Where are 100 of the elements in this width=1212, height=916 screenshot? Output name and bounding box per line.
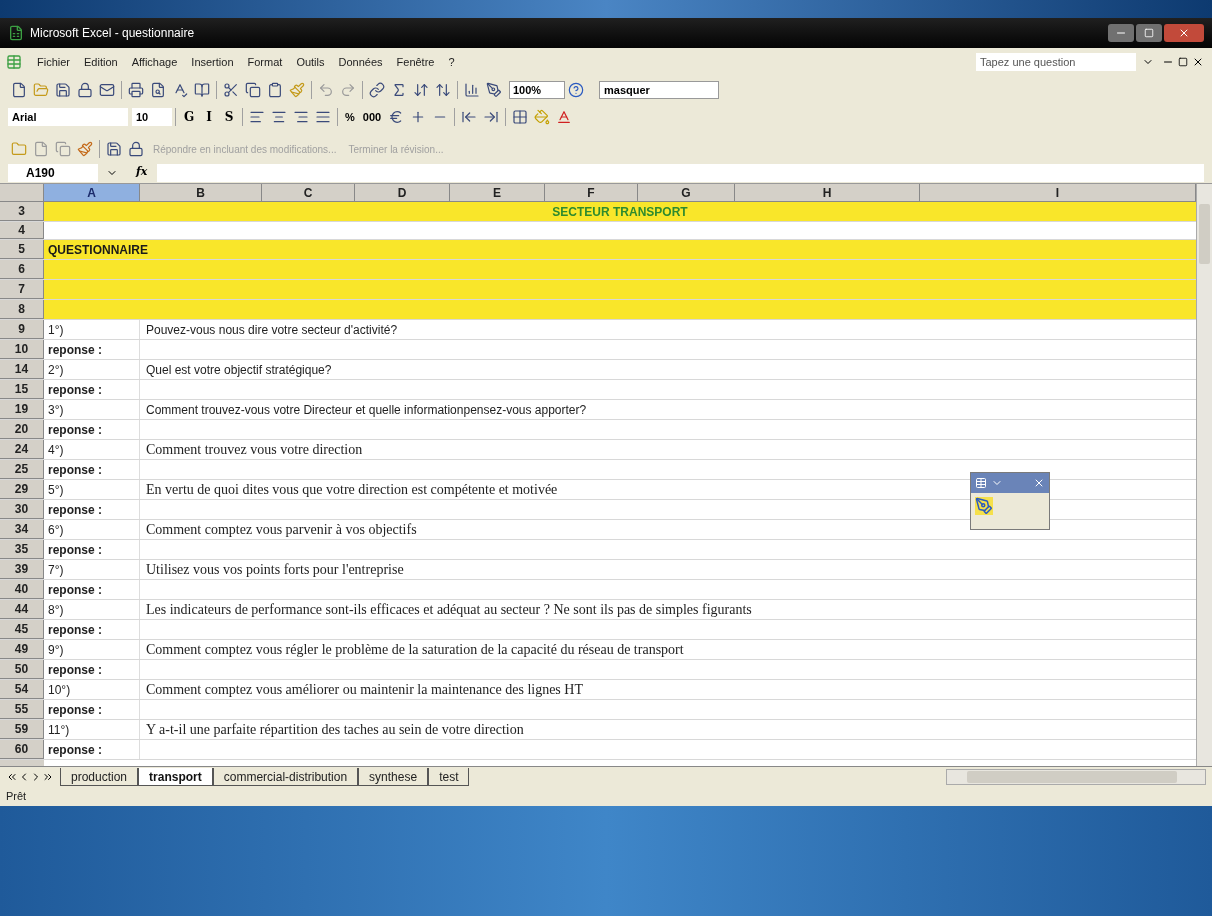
sheet-tab[interactable]: synthese: [358, 767, 429, 786]
column-header[interactable]: G: [638, 184, 735, 201]
maximize-icon[interactable]: [1144, 28, 1154, 38]
borders-icon[interactable]: [512, 109, 529, 125]
font-size-field[interactable]: 10: [132, 108, 172, 126]
formula-field[interactable]: [157, 163, 1204, 182]
merge-center-icon[interactable]: [315, 109, 331, 125]
row-header[interactable]: 29: [0, 480, 44, 499]
fill-color-icon[interactable]: [534, 109, 551, 125]
sort-ascending-icon[interactable]: [413, 82, 429, 98]
column-header[interactable]: E: [450, 184, 545, 201]
sheet-tab[interactable]: transport: [138, 767, 213, 786]
vertical-scrollbar[interactable]: [1196, 184, 1212, 766]
text-style-button[interactable]: S: [219, 107, 239, 127]
row-header[interactable]: 7: [0, 280, 44, 299]
chart-icon[interactable]: [464, 82, 480, 98]
lock-icon[interactable]: [77, 82, 93, 98]
column-header[interactable]: D: [355, 184, 450, 201]
row-header[interactable]: 59: [0, 720, 44, 739]
maximize-button[interactable]: [1136, 24, 1162, 42]
sum-icon[interactable]: [391, 82, 407, 98]
row-header[interactable]: 9: [0, 320, 44, 339]
save-icon[interactable]: [55, 82, 71, 98]
row-header[interactable]: 3: [0, 202, 44, 221]
row-header[interactable]: 15: [0, 380, 44, 399]
row-header[interactable]: 25: [0, 460, 44, 479]
row-header[interactable]: 8: [0, 300, 44, 319]
row-header[interactable]: 24: [0, 440, 44, 459]
drawing-icon[interactable]: [486, 82, 502, 98]
sheet-tab[interactable]: production: [60, 767, 139, 786]
indent-icon[interactable]: [483, 109, 500, 125]
row-header[interactable]: 35: [0, 540, 44, 559]
column-header[interactable]: H: [735, 184, 920, 201]
paste-icon[interactable]: [267, 82, 283, 98]
row-header[interactable]: 30: [0, 500, 44, 519]
column-header[interactable]: B: [140, 184, 262, 201]
menu-item[interactable]: Affichage: [124, 53, 185, 71]
column-header[interactable]: A: [44, 184, 140, 201]
copy-icon[interactable]: [245, 82, 261, 98]
menu-item[interactable]: Insertion: [184, 53, 241, 71]
row-header[interactable]: 54: [0, 680, 44, 699]
row-header[interactable]: 50: [0, 660, 44, 679]
font-field[interactable]: Arial: [8, 108, 128, 126]
font-color-icon[interactable]: [556, 109, 573, 125]
align-left-icon[interactable]: [249, 109, 265, 125]
column-header[interactable]: C: [262, 184, 355, 201]
row-header[interactable]: 34: [0, 520, 44, 539]
row-header[interactable]: 55: [0, 700, 44, 719]
spelling-icon[interactable]: [172, 82, 188, 98]
sheet-tab[interactable]: commercial-distribution: [212, 767, 359, 786]
name-box[interactable]: A190: [8, 163, 98, 182]
row-header[interactable]: 40: [0, 580, 44, 599]
book-icon[interactable]: [194, 82, 210, 98]
restore-icon[interactable]: [1178, 57, 1188, 67]
function-label[interactable]: fx: [136, 164, 148, 181]
help-icon[interactable]: [568, 82, 584, 98]
menu-item[interactable]: Outils: [289, 53, 332, 71]
row-header[interactable]: 6: [0, 260, 44, 279]
print-preview-icon[interactable]: [150, 82, 166, 98]
menu-item[interactable]: Données: [331, 53, 390, 71]
outdent-icon[interactable]: [461, 109, 478, 125]
menu-item[interactable]: Format: [240, 53, 290, 71]
scissors-icon[interactable]: [223, 82, 239, 98]
pen-icon[interactable]: [975, 497, 993, 515]
minimize-button[interactable]: [1108, 24, 1134, 42]
row-header[interactable]: 4: [0, 222, 44, 239]
link-icon[interactable]: [369, 82, 385, 98]
row-header[interactable]: 45: [0, 620, 44, 639]
row-header[interactable]: 14: [0, 360, 44, 379]
row-header[interactable]: 10: [0, 340, 44, 359]
align-right-icon[interactable]: [293, 109, 309, 125]
row-header[interactable]: 20: [0, 420, 44, 439]
text-style-button[interactable]: I: [199, 107, 219, 127]
row-header[interactable]: 60: [0, 740, 44, 759]
print-icon[interactable]: [128, 82, 144, 98]
zoom-field[interactable]: 100%: [509, 81, 565, 99]
new-file-icon[interactable]: [11, 82, 27, 98]
row-header[interactable]: 39: [0, 560, 44, 579]
close-icon[interactable]: [1192, 56, 1204, 68]
number-format-button[interactable]: %: [341, 107, 359, 127]
menu-item[interactable]: Fichier: [30, 53, 77, 71]
column-header[interactable]: F: [545, 184, 638, 201]
lock-icon[interactable]: [128, 141, 144, 157]
number-format-button[interactable]: 000: [358, 107, 386, 127]
sort-descending-icon[interactable]: [435, 82, 451, 98]
mail-icon[interactable]: [99, 82, 115, 98]
view-dropdown[interactable]: masquer: [599, 81, 719, 99]
menu-item[interactable]: Edition: [77, 53, 125, 71]
help-search-field[interactable]: Tapez une question: [976, 53, 1136, 71]
row-header[interactable]: 49: [0, 640, 44, 659]
align-center-icon[interactable]: [271, 109, 287, 125]
row-header[interactable]: 44: [0, 600, 44, 619]
row-header[interactable]: 19: [0, 400, 44, 419]
menu-item[interactable]: Fenêtre: [389, 53, 442, 71]
sheet-tab[interactable]: test: [428, 767, 470, 786]
question-text: Comment comptez vous améliorer ou maintenir la maintenance des lignes HT: [145, 681, 583, 699]
text-style-button[interactable]: G: [179, 107, 199, 127]
horizontal-scrollbar[interactable]: [946, 768, 1206, 785]
row-header[interactable]: 5: [0, 240, 44, 259]
menu-item[interactable]: ?: [441, 53, 462, 71]
